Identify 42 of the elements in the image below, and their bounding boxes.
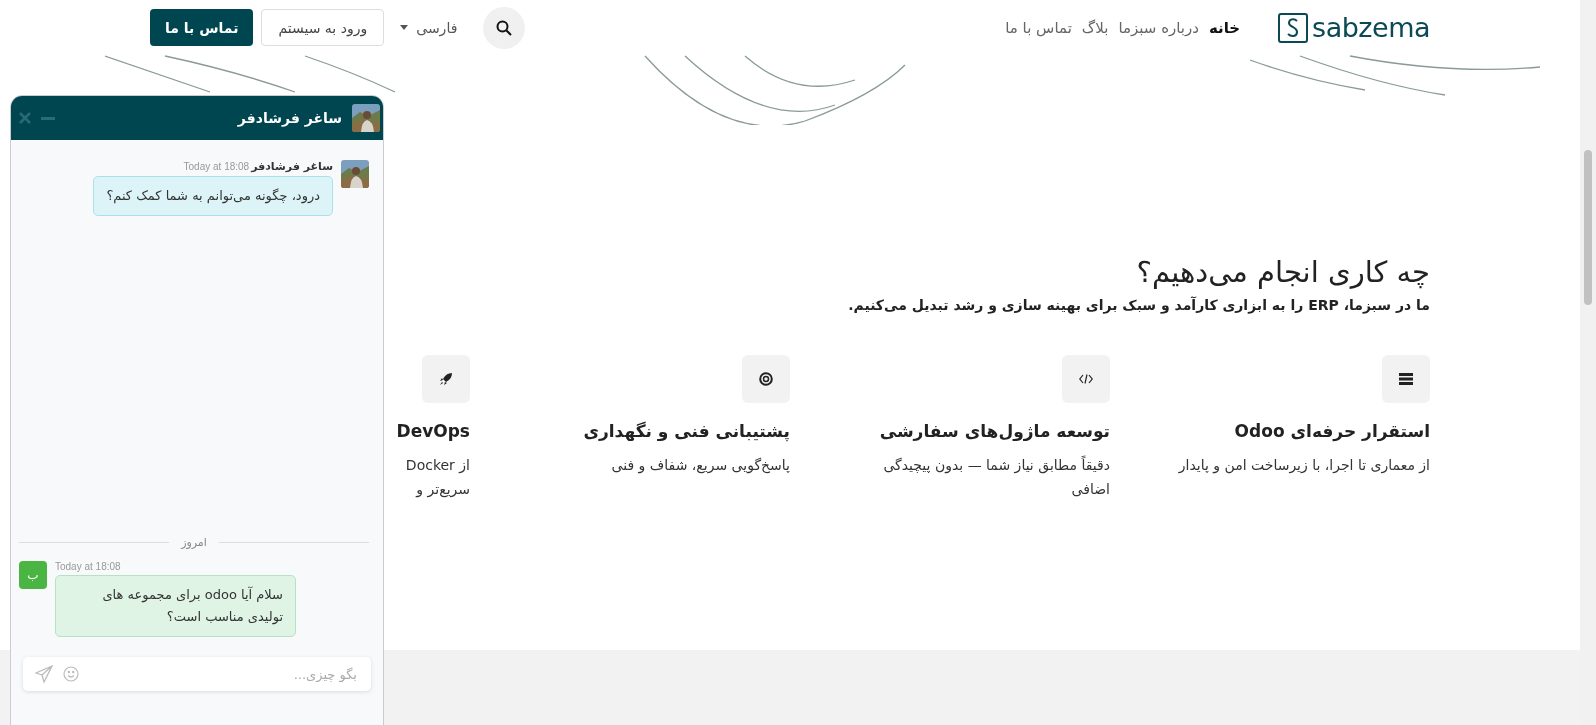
smiley-icon[interactable] — [63, 666, 79, 682]
close-icon[interactable] — [19, 112, 31, 124]
card-text: سریع‌تر و — [414, 480, 470, 500]
nav-link[interactable]: درباره سبزما — [1118, 18, 1199, 37]
logo-text[interactable]: sabzema — [1312, 12, 1430, 43]
card-text: پاسخ‌گویی سریع، شفاف و فنی — [611, 456, 790, 476]
caret-icon — [400, 25, 409, 30]
chat-title: ساغر فرشادفر — [237, 110, 342, 126]
card-title: DevOps — [396, 421, 470, 441]
search-icon — [496, 19, 513, 36]
card-text: دقیقاً مطابق نیاز شما — بدون پیچیدگی — [883, 454, 1110, 476]
nav-link[interactable]: خانه — [1208, 18, 1241, 37]
message-input[interactable]: بگو چیزی... — [89, 665, 359, 683]
card-title: توسعه ماژول‌های سفارشی — [879, 421, 1110, 441]
lifebuoy-icon — [759, 372, 773, 386]
card-text: اضافی — [1070, 480, 1110, 499]
server-icon — [1399, 373, 1413, 385]
contact-button[interactable]: تماس با ما — [150, 9, 254, 46]
logo-icon — [1278, 12, 1309, 43]
rocket-icon — [439, 372, 453, 386]
code-icon — [1079, 374, 1093, 384]
card-title: استقرار حرفه‌ای Odoo — [1234, 421, 1430, 441]
message-bubble: درود، چگونه می‌توانم به شما کمک کنم؟ — [93, 176, 333, 216]
section-title: چه کاری انجام می‌دهیم؟ — [1135, 255, 1430, 289]
minimize-icon[interactable] — [41, 116, 55, 120]
send-icon[interactable] — [35, 665, 53, 683]
message-time: Today at 18:08 — [55, 561, 121, 572]
card-text: از معماری تا اجرا، با زیرساخت امن و پایدار — [1178, 456, 1430, 476]
card-title: پشتیبانی فنی و نگهداری — [583, 421, 790, 441]
message-time: Today at 18:08 — [183, 161, 250, 172]
card-text: از Docker — [405, 456, 470, 476]
language-dropdown[interactable]: فارسی — [394, 18, 464, 37]
nav-link[interactable]: بلاگ — [1081, 18, 1109, 37]
message-bubble: سلام آیا odoo برای مجموعه های تولیدی مناسب است؟ — [55, 575, 296, 637]
user-avatar: ب — [19, 561, 47, 589]
nav-link[interactable]: تماس با ما — [1005, 18, 1072, 37]
scrollbar[interactable] — [1580, 0, 1596, 725]
date-divider: امروز — [181, 536, 207, 549]
section-subtitle: ما در سبزما، ERP را به ابزاری کارآمد و سبک برای بهینه سازی و رشد تبدیل می‌کنیم. — [847, 297, 1430, 313]
message-author: ساغر فرشادفر — [251, 160, 333, 173]
login-button[interactable]: ورود به سیستم — [261, 9, 385, 46]
message-field[interactable]: بگو چیزی... — [23, 657, 371, 691]
